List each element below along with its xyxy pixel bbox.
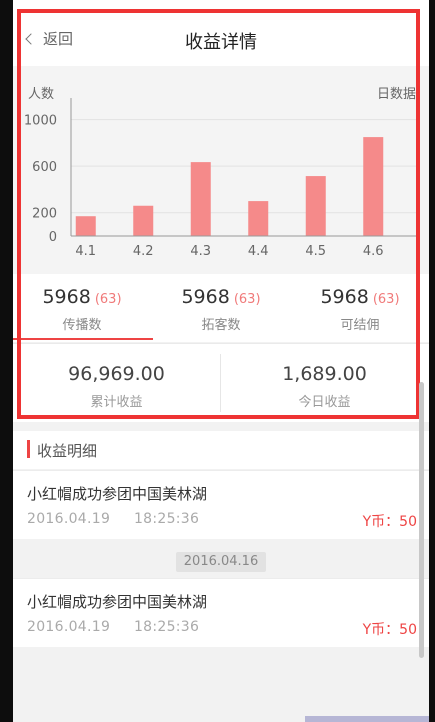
y-axis-label: 人数 [28,87,54,102]
y-tick-label: 0 [49,230,57,245]
date-separator: 2016.04.16 [176,552,266,572]
bar-4.3[interactable] [190,162,211,236]
x-tick-label: 4.3 [190,244,211,259]
stat-commission-sub: (63) [372,292,400,307]
page-title: 收益详情 [185,32,257,53]
y-tick-label: 200 [32,207,57,222]
stat-commission[interactable]: 5968 (63) 可结佣 [291,274,429,342]
record-timestamp: 2016.04.19 18:25:36 [27,511,199,527]
section-accent-bar [27,440,30,458]
record-title: 小红帽成功参团中国美林湖 [27,485,208,503]
record-coin: Y币：50 [362,622,417,638]
stat-spread-value: 5968 [42,286,91,308]
list-item[interactable]: 小红帽成功参团中国美林湖 2016.04.19 18:25:36 Y币：50 [13,470,429,539]
bar-chart: 人数 日数据 0 200 600 1000 4.1 4.2 4.3 4.4 4.5 4.6 [24,87,416,259]
record-title: 小红帽成功参团中国美林湖 [27,593,208,611]
section-title: 收益明细 [37,442,98,460]
bar-4.1[interactable] [75,216,96,236]
stat-customers-value: 5968 [181,286,230,308]
bar-4.5[interactable] [305,176,326,236]
scrollbar[interactable] [419,382,424,658]
record-date: 2016.04.19 [27,619,111,635]
stat-spread-label: 传播数 [62,318,102,333]
device-edge-left [0,0,13,722]
device-edge-right [429,0,435,722]
stats-row: 5968 (63) 传播数 5968 (63) 拓客数 5968 (63) 可结佣 [13,274,429,342]
nav-bar: 返回 收益详情 [13,0,429,66]
x-tick-label: 4.5 [305,244,326,259]
total-cumulative: 96,969.00 累计收益 [13,344,220,422]
x-tick-label: 4.4 [248,244,269,259]
stat-spread[interactable]: 5968 (63) 传播数 [13,274,151,342]
total-today-label: 今日收益 [298,395,351,410]
chart-area: 人数 日数据 0 200 600 1000 4.1 4.2 4.3 4.4 4.5 4.6 [13,66,429,274]
total-cumulative-value: 96,969.00 [68,363,165,385]
record-time: 18:25:36 [133,619,200,635]
bar-4.2[interactable] [133,205,154,236]
stat-spread-sub: (63) [94,292,122,307]
app-screen: 返回 收益详情 人数 日数据 0 200 600 1000 4.1 4.2 4.3 4.4 4… [13,0,429,722]
stat-commission-value: 5968 [320,286,369,308]
total-today-value: 1,689.00 [282,363,367,385]
home-indicator [305,716,429,722]
record-timestamp: 2016.04.19 18:25:36 [27,619,199,635]
total-cumulative-label: 累计收益 [90,395,143,410]
record-date: 2016.04.19 [27,511,111,527]
active-stat-indicator [13,338,153,340]
x-tick-label: 4.6 [363,244,384,259]
bar-4.6[interactable] [363,137,384,236]
section-header: 收益明细 [13,431,429,469]
stat-customers-sub: (63) [233,292,261,307]
bar-4.4[interactable] [248,201,269,236]
x-tick-label: 4.1 [75,244,96,259]
record-coin: Y币：50 [362,514,417,530]
record-time: 18:25:36 [133,511,200,527]
list-item[interactable]: 小红帽成功参团中国美林湖 2016.04.19 18:25:36 Y币：50 [13,578,429,647]
stat-customers-label: 拓客数 [201,318,241,333]
daily-data-label: 日数据 [377,87,416,102]
y-tick-label: 600 [32,160,57,175]
totals-row: 96,969.00 累计收益 1,689.00 今日收益 [13,343,429,422]
y-tick-label: 1000 [24,114,57,129]
stat-commission-label: 可结佣 [340,318,380,333]
total-today: 1,689.00 今日收益 [221,344,428,422]
stat-customers[interactable]: 5968 (63) 拓客数 [152,274,290,342]
x-tick-label: 4.2 [133,244,154,259]
